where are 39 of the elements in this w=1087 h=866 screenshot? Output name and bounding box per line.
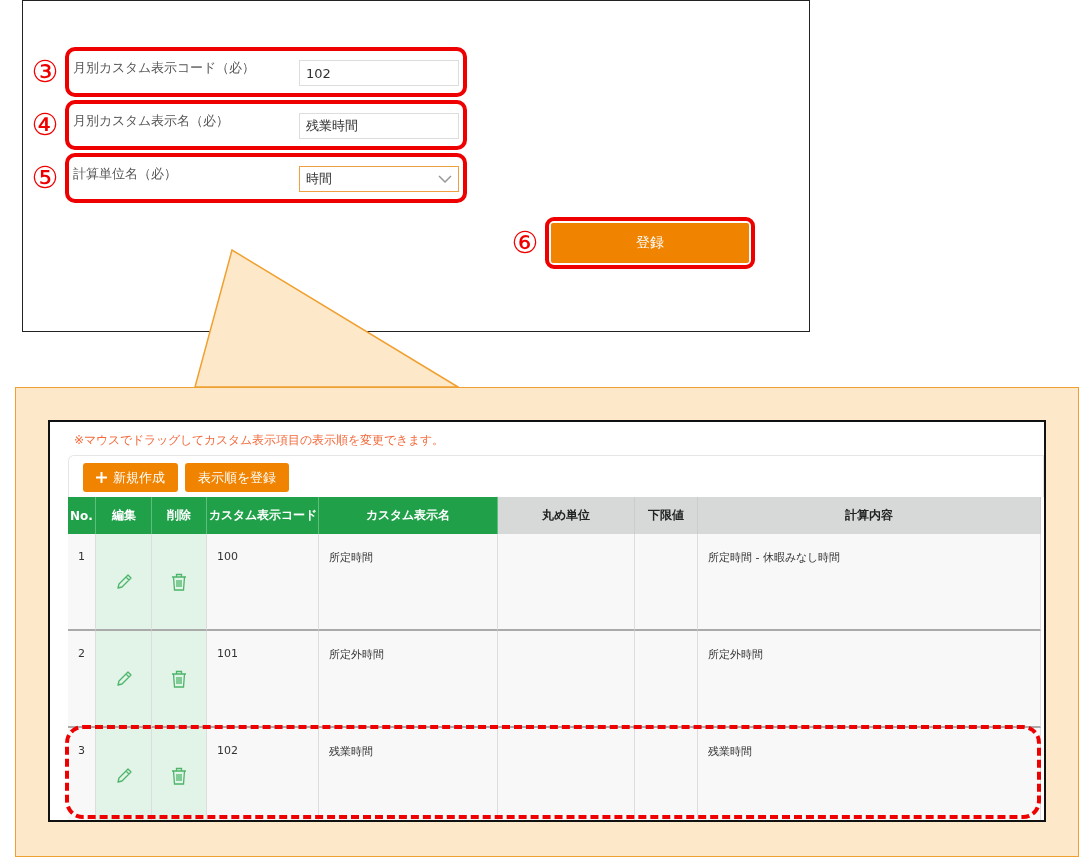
column-header: カスタム表示コード bbox=[207, 497, 319, 534]
table-cell: 3 bbox=[68, 728, 96, 820]
step-number: ⑥ bbox=[510, 228, 540, 258]
trash-icon[interactable] bbox=[171, 669, 187, 688]
pencil-icon[interactable] bbox=[114, 572, 133, 591]
table-cell: 所定外時間 bbox=[698, 631, 1041, 728]
trash-icon[interactable] bbox=[171, 572, 187, 591]
column-header: 削除 bbox=[152, 497, 207, 534]
table-cell: 残業時間 bbox=[698, 728, 1041, 820]
column-header: カスタム表示名 bbox=[319, 497, 498, 534]
column-header: 計算内容 bbox=[698, 497, 1041, 534]
table-cell: 2 bbox=[68, 631, 96, 728]
column-header: 丸め単位 bbox=[498, 497, 635, 534]
pencil-icon[interactable] bbox=[114, 766, 133, 785]
column-header: No. bbox=[68, 497, 96, 534]
step-number: ④ bbox=[30, 110, 60, 140]
notice-text: ※マウスでドラッグしてカスタム表示項目の表示順を変更できます。 bbox=[74, 432, 446, 449]
table-cell: 所定時間 - 休暇みなし時間 bbox=[698, 534, 1041, 631]
trash-icon[interactable] bbox=[171, 766, 187, 785]
input-field[interactable]: 102 bbox=[299, 60, 459, 86]
plus-icon bbox=[96, 472, 107, 483]
field-label: 月別カスタム表示コード（必） bbox=[73, 59, 255, 77]
table-cell: 101 bbox=[207, 631, 319, 728]
pencil-icon[interactable] bbox=[114, 669, 133, 688]
table-cell: 102 bbox=[207, 728, 319, 820]
table-cell: 所定外時間 bbox=[319, 631, 498, 728]
field-label: 計算単位名（必） bbox=[73, 165, 177, 183]
step-number: ③ bbox=[30, 57, 60, 87]
column-header: 下限値 bbox=[635, 497, 698, 534]
column-header: 編集 bbox=[96, 497, 152, 534]
step-number: ⑤ bbox=[30, 163, 60, 193]
chevron-down-icon bbox=[438, 175, 452, 183]
table-cell: 1 bbox=[68, 534, 96, 631]
input-field[interactable]: 残業時間 bbox=[299, 113, 459, 139]
table-cell: 100 bbox=[207, 534, 319, 631]
table-cell: 残業時間 bbox=[319, 728, 498, 820]
select-field[interactable]: 時間 bbox=[299, 166, 459, 192]
table-cell: 所定時間 bbox=[319, 534, 498, 631]
field-label: 月別カスタム表示名（必） bbox=[73, 112, 229, 130]
